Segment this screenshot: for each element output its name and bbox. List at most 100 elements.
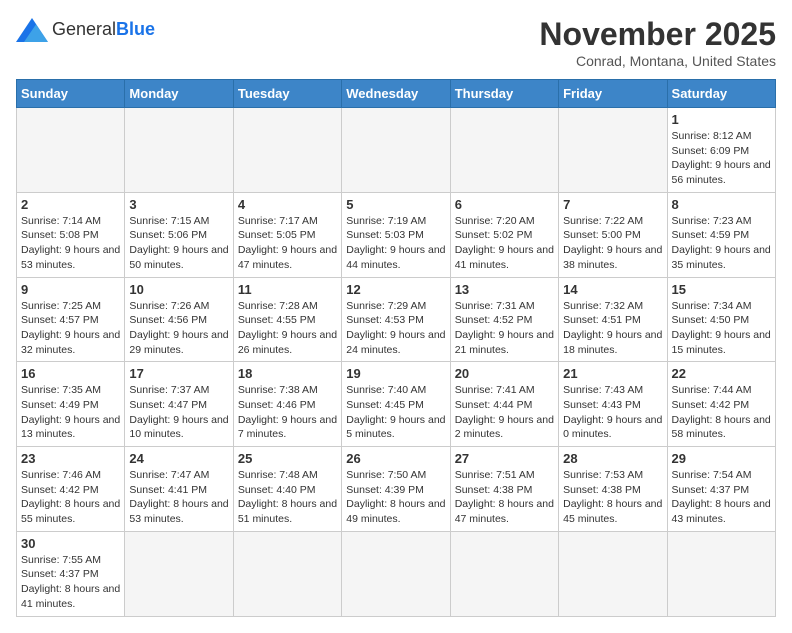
day-number: 20	[455, 366, 554, 381]
day-info: Sunrise: 7:28 AM Sunset: 4:55 PM Dayligh…	[238, 299, 337, 358]
day-info: Sunrise: 7:34 AM Sunset: 4:50 PM Dayligh…	[672, 299, 771, 358]
calendar-day-cell: 15Sunrise: 7:34 AM Sunset: 4:50 PM Dayli…	[667, 277, 775, 362]
day-number: 9	[21, 282, 120, 297]
day-number: 8	[672, 197, 771, 212]
day-number: 25	[238, 451, 337, 466]
calendar-day-cell: 21 Sunrise: 7:43 AM Sunset: 4:43 PM Dayli…	[559, 362, 667, 447]
day-info: Sunrise: 7:51 AM Sunset: 4:38 PM Dayligh…	[455, 468, 554, 527]
day-info: Sunrise: 7:47 AM Sunset: 4:41 PM Dayligh…	[129, 468, 228, 527]
calendar-day-cell: 7Sunrise: 7:22 AM Sunset: 5:00 PM Daylig…	[559, 192, 667, 277]
calendar-day-cell: 30 Sunrise: 7:55 AM Sunset: 4:37 PM Dayli…	[17, 531, 125, 616]
calendar-day-cell: 3 Sunrise: 7:15 AM Sunset: 5:06 PM Daylig…	[125, 192, 233, 277]
calendar-day-cell: 1 Sunrise: 8:12 AM Sunset: 6:09 PM Daylig…	[667, 108, 775, 193]
calendar-day-cell	[559, 108, 667, 193]
day-number: 13	[455, 282, 554, 297]
calendar-day-cell	[450, 108, 558, 193]
day-info: Sunrise: 7:29 AM Sunset: 4:53 PM Dayligh…	[346, 299, 445, 358]
logo: GeneralBlue	[16, 16, 155, 42]
day-info: Sunrise: 7:54 AM Sunset: 4:37 PM Dayligh…	[672, 468, 771, 527]
day-number: 7	[563, 197, 662, 212]
calendar-day-cell	[342, 108, 450, 193]
calendar-day-cell: 2Sunrise: 7:14 AM Sunset: 5:08 PM Daylig…	[17, 192, 125, 277]
logo-icon	[16, 18, 48, 42]
calendar-day-cell: 25 Sunrise: 7:48 AM Sunset: 4:40 PM Dayli…	[233, 447, 341, 532]
day-info: Sunrise: 7:40 AM Sunset: 4:45 PM Dayligh…	[346, 383, 445, 442]
calendar-week-row: 30 Sunrise: 7:55 AM Sunset: 4:37 PM Dayli…	[17, 531, 776, 616]
day-number: 11	[238, 282, 337, 297]
day-number: 14	[563, 282, 662, 297]
day-number: 5	[346, 197, 445, 212]
calendar-day-cell	[559, 531, 667, 616]
logo-text: GeneralBlue	[52, 19, 155, 40]
calendar-day-cell: 18 Sunrise: 7:38 AM Sunset: 4:46 PM Dayli…	[233, 362, 341, 447]
day-number: 18	[238, 366, 337, 381]
calendar-day-cell: 6 Sunrise: 7:20 AM Sunset: 5:02 PM Daylig…	[450, 192, 558, 277]
day-number: 28	[563, 451, 662, 466]
weekday-header-wednesday: Wednesday	[342, 80, 450, 108]
day-info: Sunrise: 7:43 AM Sunset: 4:43 PM Dayligh…	[563, 383, 662, 442]
calendar-week-row: 2Sunrise: 7:14 AM Sunset: 5:08 PM Daylig…	[17, 192, 776, 277]
day-info: Sunrise: 7:15 AM Sunset: 5:06 PM Dayligh…	[129, 214, 228, 273]
calendar-day-cell: 4 Sunrise: 7:17 AM Sunset: 5:05 PM Daylig…	[233, 192, 341, 277]
calendar-day-cell: 11 Sunrise: 7:28 AM Sunset: 4:55 PM Dayli…	[233, 277, 341, 362]
weekday-header-sunday: Sunday	[17, 80, 125, 108]
calendar-week-row: 23Sunrise: 7:46 AM Sunset: 4:42 PM Dayli…	[17, 447, 776, 532]
day-number: 6	[455, 197, 554, 212]
calendar-day-cell: 12 Sunrise: 7:29 AM Sunset: 4:53 PM Dayli…	[342, 277, 450, 362]
day-number: 26	[346, 451, 445, 466]
day-number: 27	[455, 451, 554, 466]
day-info: Sunrise: 7:37 AM Sunset: 4:47 PM Dayligh…	[129, 383, 228, 442]
calendar-day-cell	[17, 108, 125, 193]
day-info: Sunrise: 7:38 AM Sunset: 4:46 PM Dayligh…	[238, 383, 337, 442]
calendar-week-row: 9 Sunrise: 7:25 AM Sunset: 4:57 PM Daylig…	[17, 277, 776, 362]
calendar-day-cell: 10Sunrise: 7:26 AM Sunset: 4:56 PM Dayli…	[125, 277, 233, 362]
day-info: Sunrise: 7:41 AM Sunset: 4:44 PM Dayligh…	[455, 383, 554, 442]
calendar-day-cell: 29 Sunrise: 7:54 AM Sunset: 4:37 PM Dayli…	[667, 447, 775, 532]
day-info: Sunrise: 8:12 AM Sunset: 6:09 PM Dayligh…	[672, 129, 771, 188]
day-number: 17	[129, 366, 228, 381]
day-info: Sunrise: 7:53 AM Sunset: 4:38 PM Dayligh…	[563, 468, 662, 527]
day-info: Sunrise: 7:55 AM Sunset: 4:37 PM Dayligh…	[21, 553, 120, 612]
day-info: Sunrise: 7:19 AM Sunset: 5:03 PM Dayligh…	[346, 214, 445, 273]
day-number: 1	[672, 112, 771, 127]
day-number: 30	[21, 536, 120, 551]
day-number: 23	[21, 451, 120, 466]
day-number: 21	[563, 366, 662, 381]
calendar-day-cell: 22 Sunrise: 7:44 AM Sunset: 4:42 PM Dayli…	[667, 362, 775, 447]
calendar-day-cell: 17 Sunrise: 7:37 AM Sunset: 4:47 PM Dayli…	[125, 362, 233, 447]
weekday-header-saturday: Saturday	[667, 80, 775, 108]
day-info: Sunrise: 7:44 AM Sunset: 4:42 PM Dayligh…	[672, 383, 771, 442]
day-number: 24	[129, 451, 228, 466]
calendar-day-cell	[667, 531, 775, 616]
day-info: Sunrise: 7:31 AM Sunset: 4:52 PM Dayligh…	[455, 299, 554, 358]
day-info: Sunrise: 7:26 AM Sunset: 4:56 PM Dayligh…	[129, 299, 228, 358]
calendar-day-cell: 8Sunrise: 7:23 AM Sunset: 4:59 PM Daylig…	[667, 192, 775, 277]
location-title: Conrad, Montana, United States	[539, 53, 776, 69]
day-info: Sunrise: 7:35 AM Sunset: 4:49 PM Dayligh…	[21, 383, 120, 442]
calendar-day-cell	[125, 108, 233, 193]
month-title: November 2025	[539, 16, 776, 53]
calendar-day-cell: 26 Sunrise: 7:50 AM Sunset: 4:39 PM Dayli…	[342, 447, 450, 532]
title-block: November 2025 Conrad, Montana, United St…	[539, 16, 776, 69]
day-number: 3	[129, 197, 228, 212]
calendar-day-cell: 23Sunrise: 7:46 AM Sunset: 4:42 PM Dayli…	[17, 447, 125, 532]
calendar-day-cell: 13 Sunrise: 7:31 AM Sunset: 4:52 PM Dayli…	[450, 277, 558, 362]
calendar-day-cell: 19Sunrise: 7:40 AM Sunset: 4:45 PM Dayli…	[342, 362, 450, 447]
calendar-day-cell	[342, 531, 450, 616]
calendar-day-cell	[125, 531, 233, 616]
day-info: Sunrise: 7:17 AM Sunset: 5:05 PM Dayligh…	[238, 214, 337, 273]
day-info: Sunrise: 7:50 AM Sunset: 4:39 PM Dayligh…	[346, 468, 445, 527]
day-info: Sunrise: 7:20 AM Sunset: 5:02 PM Dayligh…	[455, 214, 554, 273]
day-number: 22	[672, 366, 771, 381]
day-number: 12	[346, 282, 445, 297]
day-number: 4	[238, 197, 337, 212]
page-header: GeneralBlue November 2025 Conrad, Montan…	[16, 16, 776, 69]
day-number: 29	[672, 451, 771, 466]
day-info: Sunrise: 7:25 AM Sunset: 4:57 PM Dayligh…	[21, 299, 120, 358]
day-info: Sunrise: 7:48 AM Sunset: 4:40 PM Dayligh…	[238, 468, 337, 527]
calendar-day-cell: 14Sunrise: 7:32 AM Sunset: 4:51 PM Dayli…	[559, 277, 667, 362]
weekday-header-thursday: Thursday	[450, 80, 558, 108]
calendar-day-cell: 16Sunrise: 7:35 AM Sunset: 4:49 PM Dayli…	[17, 362, 125, 447]
calendar-day-cell	[450, 531, 558, 616]
calendar-day-cell: 28 Sunrise: 7:53 AM Sunset: 4:38 PM Dayli…	[559, 447, 667, 532]
